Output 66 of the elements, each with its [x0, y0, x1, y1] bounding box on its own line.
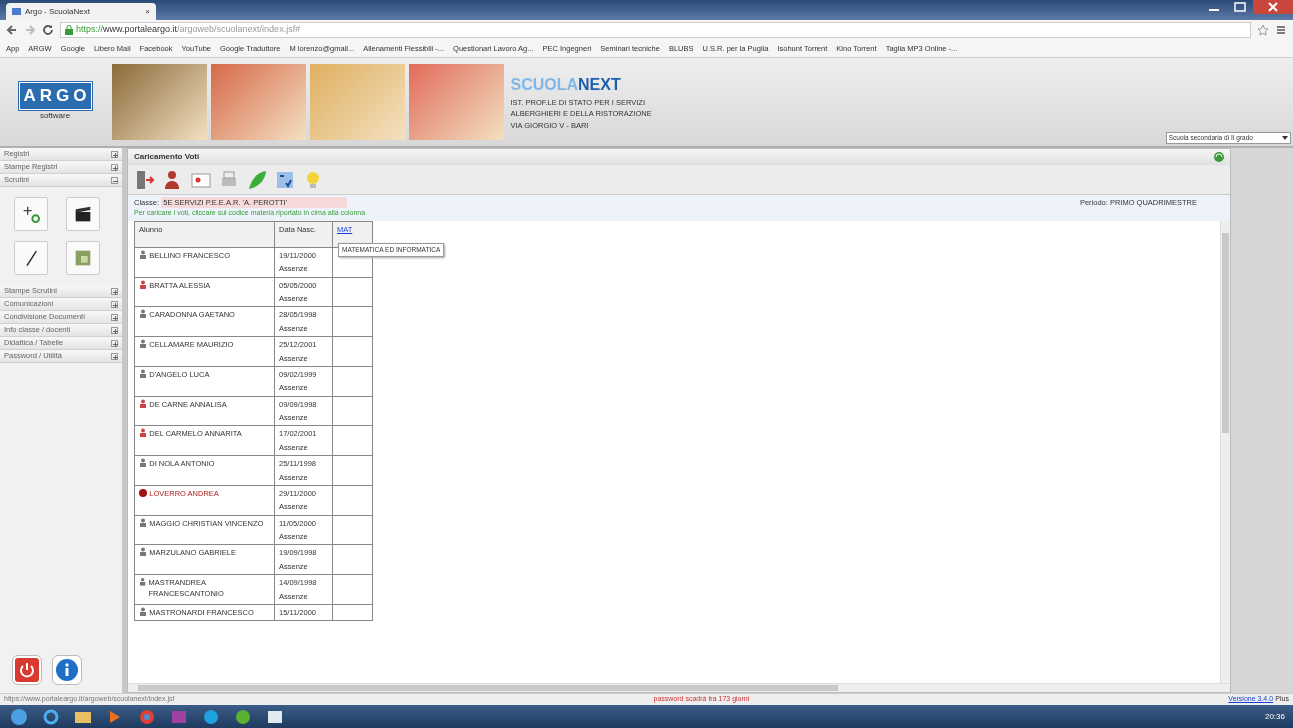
- grade-cell[interactable]: [332, 574, 373, 605]
- person-icon: [139, 309, 147, 320]
- info-button[interactable]: [52, 655, 82, 685]
- close-icon[interactable]: [1253, 0, 1293, 14]
- power-button[interactable]: [12, 655, 42, 685]
- person-icon: [139, 606, 147, 617]
- scrutini-tile[interactable]: [14, 197, 48, 231]
- expand-toggle-icon[interactable]: [111, 300, 118, 308]
- person-icon: [139, 458, 147, 468]
- grade-cell[interactable]: [332, 425, 373, 456]
- lock-icon: [65, 25, 73, 35]
- expand-toggle-icon[interactable]: [111, 326, 118, 334]
- argo-logo: ARGO: [18, 82, 92, 110]
- person-icon: [139, 398, 147, 409]
- grade-cell[interactable]: [332, 336, 373, 367]
- reload-icon[interactable]: [42, 24, 54, 36]
- scrutini-tile[interactable]: [66, 197, 100, 231]
- person-icon: [139, 368, 147, 379]
- product-name: SCUOLANEXT: [510, 75, 621, 96]
- expand-toggle-icon[interactable]: [111, 313, 118, 321]
- leaf-icon: [246, 168, 268, 191]
- grade-cell[interactable]: [332, 306, 373, 337]
- vertical-scrollbar[interactable]: [1220, 220, 1230, 683]
- logo-subtitle: software: [39, 109, 71, 122]
- grade-cell[interactable]: [332, 544, 373, 575]
- grade-cell[interactable]: [332, 396, 373, 426]
- back-icon[interactable]: [6, 24, 18, 36]
- taskbar-clock: 20:36: [1264, 710, 1285, 723]
- toolbar-button[interactable]: [134, 168, 156, 191]
- address-bar[interactable]: https://www.portaleargo.it/argoweb/scuolanext/index.jsf#: [60, 22, 1251, 38]
- browser-tab[interactable]: Argo - ScuolaNext ×: [6, 3, 156, 20]
- person-icon: [139, 577, 147, 587]
- tab-close-button[interactable]: ×: [145, 5, 150, 18]
- expand-toggle-icon[interactable]: [111, 163, 118, 171]
- person-icon: [139, 428, 147, 439]
- scrutini-tile[interactable]: [14, 241, 48, 275]
- collapse-toggle-icon[interactable]: [111, 176, 118, 184]
- scrutini-tile[interactable]: [66, 241, 100, 275]
- star-icon[interactable]: [1257, 24, 1269, 36]
- person-icon: [139, 339, 147, 349]
- expand-toggle-icon[interactable]: [111, 287, 118, 295]
- expand-toggle-icon[interactable]: [111, 352, 118, 360]
- horizontal-scrollbar[interactable]: [128, 683, 1230, 692]
- alert-dot-icon: [139, 487, 147, 498]
- grade-cell[interactable]: [332, 455, 373, 486]
- page-icon: [12, 7, 21, 16]
- grade-cell[interactable]: [332, 485, 373, 515]
- url-text: https://www.portaleargo.it/argoweb/scuolanext/index.jsf#: [76, 23, 301, 37]
- panel-title: Caricamento Voti: [134, 151, 200, 163]
- grade-cell[interactable]: [332, 604, 373, 621]
- person-icon: [139, 279, 147, 290]
- menu-icon[interactable]: [1275, 24, 1287, 36]
- expand-toggle-icon[interactable]: [111, 339, 118, 347]
- person-icon: [139, 547, 147, 558]
- refresh-icon[interactable]: [1214, 152, 1224, 162]
- person-icon: [139, 517, 147, 528]
- expand-toggle-icon[interactable]: [111, 150, 118, 158]
- tab-title: Argo - ScuolaNext: [25, 5, 91, 18]
- grade-cell[interactable]: [332, 366, 373, 396]
- power-icon: [15, 658, 39, 682]
- caret-icon: [1281, 135, 1288, 140]
- info-icon: [55, 658, 79, 682]
- grade-cell[interactable]: [332, 515, 373, 545]
- person-icon: [139, 249, 147, 260]
- grade-cell[interactable]: [332, 277, 373, 307]
- door-arrow-icon: [134, 168, 156, 191]
